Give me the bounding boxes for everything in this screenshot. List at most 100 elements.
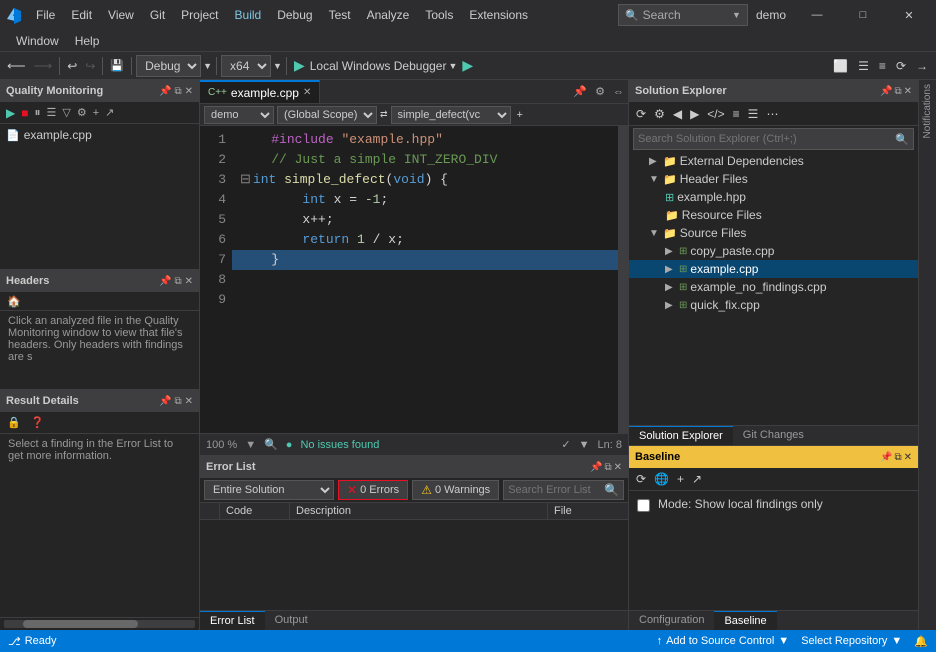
menu-project[interactable]: Project	[173, 4, 226, 26]
tree-item-no-findings[interactable]: ▶ ⊞ example_no_findings.cpp	[629, 278, 918, 296]
toolbar-extra-5[interactable]: →	[912, 57, 932, 75]
bl-settings-icon[interactable]: 🌐	[651, 470, 672, 488]
toolbar-extra-4[interactable]: ⟳	[892, 57, 910, 75]
menu-window[interactable]: Window	[8, 30, 67, 52]
menu-analyze[interactable]: Analyze	[359, 4, 418, 26]
select-repository-btn[interactable]: Select Repository ▼	[801, 635, 902, 647]
bl-export-icon[interactable]: ↗	[689, 470, 705, 488]
menu-edit[interactable]: Edit	[63, 4, 100, 26]
editor-vscroll[interactable]	[618, 126, 628, 433]
scope-dropdown[interactable]: (Global Scope)	[277, 106, 377, 124]
error-search-icon[interactable]: 🔍	[604, 483, 619, 497]
header-files-arrow[interactable]: ▼	[649, 174, 663, 185]
undo-icon[interactable]: ↩	[64, 57, 80, 75]
tab-error-list[interactable]: Error List	[200, 611, 265, 630]
select-repo-arrow[interactable]: ▼	[891, 635, 902, 647]
menu-debug[interactable]: Debug	[269, 4, 320, 26]
bl-sync-icon[interactable]: ⟳	[633, 470, 649, 488]
el-close-icon[interactable]: ✕	[614, 462, 622, 473]
toolbar-extra-1[interactable]: ⬜	[829, 57, 852, 75]
tab-output[interactable]: Output	[265, 611, 318, 630]
left-panel-scrollbar[interactable]	[0, 618, 199, 630]
config-arrow[interactable]: ▼	[203, 61, 212, 71]
run-icon[interactable]: ▶	[459, 55, 476, 76]
menu-extensions[interactable]: Extensions	[461, 4, 536, 26]
zoom-dropdown-icon[interactable]: ▼	[245, 439, 256, 451]
error-search-input[interactable]	[508, 484, 604, 496]
solution-scope-dropdown[interactable]: Entire Solution	[204, 480, 334, 500]
qm-filter-icon[interactable]: ▽	[60, 105, 72, 120]
tab-close-icon[interactable]: ✕	[303, 87, 311, 98]
tab-solution-explorer[interactable]: Solution Explorer	[629, 426, 733, 445]
toolbar-extra-3[interactable]: ≡	[875, 57, 890, 75]
notifications-label[interactable]: Notifications	[920, 80, 935, 142]
el-pin-icon[interactable]: 📌	[590, 462, 602, 473]
tree-item-header-files[interactable]: ▼ 📁 Header Files	[629, 170, 918, 188]
external-deps-arrow[interactable]: ▶	[649, 156, 663, 167]
redo-icon[interactable]: ↪	[82, 57, 98, 75]
tab-pin-icon[interactable]: 📌	[569, 80, 591, 103]
qm-run-btn[interactable]: ▶	[4, 105, 17, 121]
add-scope-icon[interactable]: +	[514, 108, 526, 122]
notification-bell-icon[interactable]: 🔔	[914, 635, 928, 648]
config-dropdown[interactable]: Debug	[136, 55, 201, 77]
qm-list-icon[interactable]: ☰	[45, 105, 59, 120]
el-float-icon[interactable]: ⧉	[604, 462, 611, 473]
menu-test[interactable]: Test	[321, 4, 359, 26]
tree-item-external-deps[interactable]: ▶ 📁 External Dependencies	[629, 152, 918, 170]
qm-pause-btn[interactable]: ⏸	[32, 104, 42, 121]
result-help-icon[interactable]: ❓	[28, 414, 48, 431]
save-all-icon[interactable]: 💾	[107, 57, 127, 74]
se-view-icon[interactable]: </>	[704, 105, 727, 123]
menu-help[interactable]: Help	[67, 30, 108, 52]
copy-paste-expand-icon[interactable]: ▶	[665, 246, 679, 257]
errors-badge[interactable]: ✕ 0 Errors	[338, 480, 408, 500]
project-dropdown[interactable]: demo	[204, 106, 274, 124]
se-sync-icon[interactable]: ⟳	[633, 105, 649, 123]
tree-item-resource-files[interactable]: 📁 Resource Files	[629, 206, 918, 224]
se-float-icon[interactable]: ⧉	[894, 86, 901, 97]
example-expand-icon[interactable]: ▶	[665, 264, 679, 275]
platform-arrow[interactable]: ▼	[273, 61, 282, 71]
headers-close-icon[interactable]: ✕	[185, 276, 193, 287]
scope-arrow-icon[interactable]: ⇄	[380, 109, 388, 120]
menu-tools[interactable]: Tools	[417, 4, 461, 26]
qm-stop-btn[interactable]: ■	[19, 105, 30, 121]
se-search-input[interactable]	[638, 133, 891, 145]
zoom-level[interactable]: 100 %	[206, 439, 237, 451]
tab-more-icon[interactable]: ⇔	[609, 80, 628, 103]
source-control-arrow[interactable]: ▼	[778, 635, 789, 647]
tree-item-source-files[interactable]: ▼ 📁 Source Files	[629, 224, 918, 242]
source-files-arrow[interactable]: ▼	[649, 228, 663, 239]
tab-git-changes[interactable]: Git Changes	[733, 426, 814, 445]
tab-baseline[interactable]: Baseline	[714, 611, 776, 630]
close-button[interactable]: ✕	[886, 0, 932, 30]
baseline-checkbox[interactable]	[637, 499, 650, 512]
se-search-box[interactable]: 🔍	[633, 128, 914, 150]
tree-item-example-cpp-selected[interactable]: ▶ ⊞ example.cpp	[629, 260, 918, 278]
qm-pin-icon[interactable]: 📌	[159, 86, 171, 97]
bl-add-icon[interactable]: +	[674, 470, 687, 488]
file-item-example-cpp[interactable]: 📄 example.cpp	[2, 126, 197, 144]
qm-settings-icon[interactable]: ⚙	[75, 105, 89, 120]
search-dropdown-icon[interactable]: ▼	[732, 10, 741, 20]
se-forward-icon[interactable]: ▶	[687, 105, 702, 123]
maximize-button[interactable]: □	[840, 0, 886, 30]
menu-git[interactable]: Git	[142, 4, 173, 26]
dropdown-icon[interactable]: ▼	[579, 439, 590, 451]
result-close-icon[interactable]: ✕	[185, 396, 193, 407]
menu-build[interactable]: Build	[227, 4, 270, 26]
tree-item-copy-paste[interactable]: ▶ ⊞ copy_paste.cpp	[629, 242, 918, 260]
se-filter-icon[interactable]: ☰	[745, 105, 762, 123]
se-pin-icon[interactable]: 📌	[880, 86, 892, 97]
tree-item-example-hpp[interactable]: ⊞ example.hpp	[629, 188, 918, 206]
search-box[interactable]: 🔍 Search ▼	[618, 4, 748, 26]
se-more-icon[interactable]: ⋯	[763, 105, 781, 123]
baseline-close-icon[interactable]: ✕	[904, 452, 912, 463]
qm-add-icon[interactable]: +	[91, 106, 101, 120]
qm-float-icon[interactable]: ⧉	[174, 86, 181, 97]
tree-item-quick-fix[interactable]: ▶ ⊞ quick_fix.cpp	[629, 296, 918, 314]
back-icon[interactable]: ⟵	[4, 56, 29, 76]
search-error-list[interactable]: 🔍	[503, 480, 624, 500]
se-settings-icon[interactable]: ⚙	[651, 105, 668, 123]
